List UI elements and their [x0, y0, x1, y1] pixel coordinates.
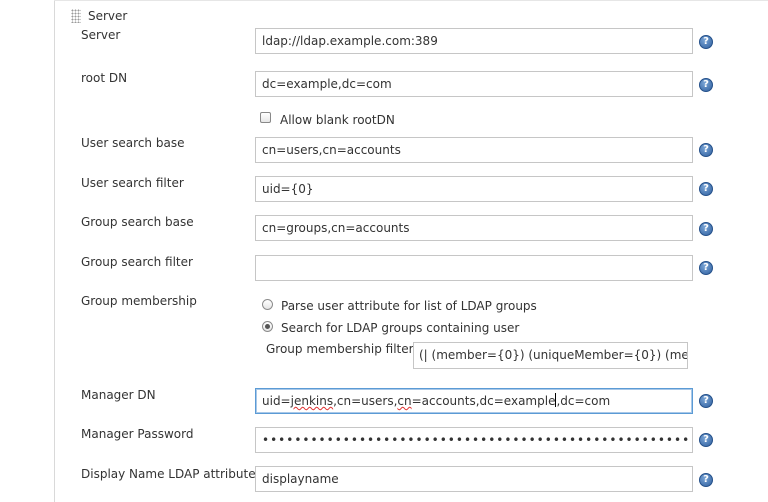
group-search-filter-help-icon[interactable]: ?: [699, 261, 713, 275]
panel-border-left: [54, 0, 55, 502]
group-membership-filter-label: Group membership filter: [266, 342, 414, 356]
group-search-filter-input[interactable]: [255, 255, 693, 281]
server-input[interactable]: ldap://ldap.example.com:389: [255, 28, 693, 54]
group-search-base-label: Group search base: [81, 215, 194, 229]
manager-dn-help-icon[interactable]: ?: [699, 394, 713, 408]
manager-dn-misspelled-word: jenkins: [290, 394, 334, 408]
group-search-base-input[interactable]: cn=groups,cn=accounts: [255, 215, 693, 241]
manager-dn-label: Manager DN: [81, 388, 156, 402]
root-dn-input[interactable]: dc=example,dc=com: [255, 71, 693, 97]
search-ldap-groups-radio[interactable]: [262, 321, 273, 332]
user-search-base-input[interactable]: cn=users,cn=accounts: [255, 137, 693, 163]
root-dn-help-icon[interactable]: ?: [699, 78, 713, 92]
user-search-base-help-icon[interactable]: ?: [699, 143, 713, 157]
allow-blank-rootdn-checkbox[interactable]: [260, 112, 271, 123]
drag-handle-icon[interactable]: [71, 9, 81, 23]
root-dn-label: root DN: [81, 71, 128, 85]
manager-dn-text-2: ,cn=users,: [333, 394, 398, 408]
parse-user-attribute-label[interactable]: Parse user attribute for list of LDAP gr…: [281, 299, 537, 313]
manager-password-input[interactable]: ••••••••••••••••••••••••••••••••••••••••…: [255, 427, 693, 453]
group-search-base-help-icon[interactable]: ?: [699, 222, 713, 236]
manager-dn-text-3: =accounts,dc=example: [411, 394, 556, 408]
manager-password-help-icon[interactable]: ?: [699, 433, 713, 447]
display-name-attr-input[interactable]: displayname: [255, 466, 693, 492]
user-search-filter-help-icon[interactable]: ?: [699, 182, 713, 196]
user-search-base-label: User search base: [81, 136, 185, 150]
manager-dn-input[interactable]: uid=jenkins,cn=users,cn=accounts,dc=exam…: [255, 388, 693, 414]
user-search-filter-input[interactable]: uid={0}: [255, 176, 693, 202]
group-membership-label: Group membership: [81, 294, 197, 308]
group-search-filter-label: Group search filter: [81, 255, 193, 269]
display-name-attr-label: Display Name LDAP attribute: [81, 467, 256, 481]
parse-user-attribute-radio[interactable]: [262, 299, 273, 310]
group-membership-filter-input[interactable]: (| (member={0}) (uniqueMember={0}) (me: [413, 342, 688, 369]
server-help-icon[interactable]: ?: [699, 35, 713, 49]
panel-border-top: [54, 0, 768, 1]
manager-dn-text-1: uid=: [262, 394, 291, 408]
manager-dn-text-4: ,dc=com: [556, 394, 611, 408]
search-ldap-groups-label[interactable]: Search for LDAP groups containing user: [281, 321, 519, 335]
display-name-attr-help-icon[interactable]: ?: [699, 473, 713, 487]
user-search-filter-label: User search filter: [81, 176, 184, 190]
manager-dn-misspelled-word: cn: [397, 394, 412, 408]
server-label: Server: [81, 28, 121, 42]
section-title: Server: [88, 9, 128, 23]
manager-password-label: Manager Password: [81, 427, 194, 441]
allow-blank-rootdn-label[interactable]: Allow blank rootDN: [280, 113, 395, 127]
